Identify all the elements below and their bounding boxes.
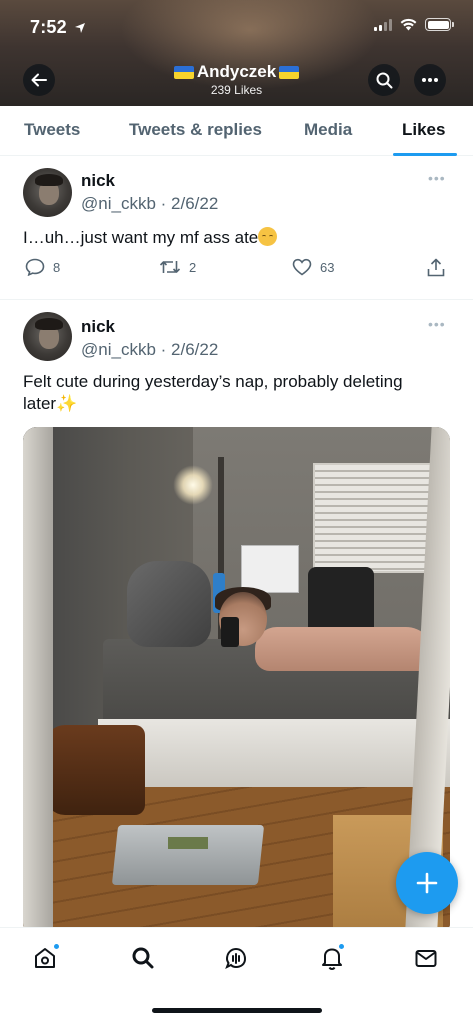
tab-tweets-and-replies[interactable]: Tweets & replies — [129, 106, 262, 156]
compose-tweet-button[interactable] — [396, 852, 458, 914]
tweet-meta: @ni_ckkb · 2/6/22 — [81, 194, 218, 214]
tweet-separator: · — [160, 340, 167, 359]
avatar[interactable] — [23, 168, 72, 217]
reply-button[interactable]: 8 — [25, 258, 60, 276]
avatar[interactable] — [23, 312, 72, 361]
tweet-date[interactable]: 2/6/22 — [171, 194, 218, 213]
more-options-button[interactable] — [414, 64, 446, 96]
search-icon — [376, 72, 392, 88]
share-icon — [427, 258, 445, 277]
status-bar: 7:52 — [0, 0, 473, 56]
nav-search[interactable] — [127, 942, 159, 974]
nav-messages[interactable] — [410, 942, 442, 974]
sparkles-emoji-icon: ✨ — [56, 394, 78, 413]
tweet-text: Felt cute during yesterday’s nap, probab… — [23, 371, 453, 415]
tab-media[interactable]: Media — [304, 106, 352, 156]
tweet-handle[interactable]: @ni_ckkb — [81, 340, 156, 359]
tweet-more-button[interactable]: ••• — [428, 170, 446, 186]
ukraine-flag-icon — [173, 65, 194, 79]
like-button[interactable]: 63 — [292, 258, 334, 276]
tweet-separator: · — [160, 194, 167, 213]
home-indicator — [152, 1008, 322, 1013]
spaces-icon — [225, 947, 247, 970]
status-time: 7:52 — [30, 17, 86, 38]
tab-likes[interactable]: Likes — [402, 106, 445, 156]
nav-spaces[interactable] — [220, 942, 252, 974]
tweet-meta: @ni_ckkb · 2/6/22 — [81, 340, 218, 360]
tweet-text: I…uh…just want my mf ass ate — [23, 227, 453, 249]
retweet-icon — [159, 261, 181, 273]
nav-home[interactable] — [29, 942, 61, 974]
tweet-handle[interactable]: @ni_ckkb — [81, 194, 156, 213]
like-count: 63 — [320, 259, 335, 275]
wifi-icon — [400, 18, 417, 31]
reply-count: 8 — [53, 259, 61, 275]
header-title: Andyczek 239 Likes — [0, 62, 473, 97]
status-indicators — [374, 18, 454, 31]
mail-icon — [415, 950, 437, 967]
profile-tabs: Tweets Tweets & replies Media Likes — [0, 106, 473, 156]
likes-count: 239 Likes — [210, 83, 263, 97]
share-button[interactable] — [427, 258, 445, 277]
tweet-more-button[interactable]: ••• — [428, 316, 446, 332]
cellular-signal-icon — [374, 18, 392, 31]
tweet[interactable]: nick @ni_ckkb · 2/6/22 ••• I…uh…just wan… — [0, 156, 473, 299]
pensive-face-emoji-icon — [258, 227, 278, 246]
tweet-text-content: I…uh…just want my mf ass ate — [23, 228, 259, 247]
location-arrow-icon — [75, 23, 86, 33]
tweet-display-name[interactable]: nick — [81, 171, 115, 191]
nav-notifications[interactable] — [316, 942, 348, 974]
retweet-button[interactable]: 2 — [159, 258, 196, 276]
tweet-actions: 8 2 63 — [0, 258, 473, 282]
status-time-text: 7:52 — [30, 17, 67, 37]
tweet-display-name[interactable]: nick — [81, 317, 115, 337]
tab-tweets[interactable]: Tweets — [24, 106, 80, 156]
ukraine-flag-icon — [279, 65, 300, 79]
search-icon — [132, 947, 154, 969]
tweet-date[interactable]: 2/6/22 — [171, 340, 218, 359]
retweet-count: 2 — [189, 259, 197, 275]
search-button[interactable] — [368, 64, 400, 96]
profile-name: Andyczek — [0, 62, 473, 82]
tweet-text-content: Felt cute during yesterday’s nap, probab… — [23, 372, 403, 413]
heart-icon — [292, 258, 312, 276]
tweet-photo[interactable] — [23, 427, 450, 937]
reply-icon — [25, 258, 45, 276]
more-horizontal-icon — [422, 78, 438, 82]
profile-name-text: Andyczek — [196, 62, 277, 81]
notification-dot — [53, 943, 60, 950]
profile-header: 7:52 Andyczek 239 Likes — [0, 0, 473, 106]
notification-dot — [338, 943, 345, 950]
battery-icon — [425, 18, 454, 31]
plus-icon — [416, 872, 438, 894]
